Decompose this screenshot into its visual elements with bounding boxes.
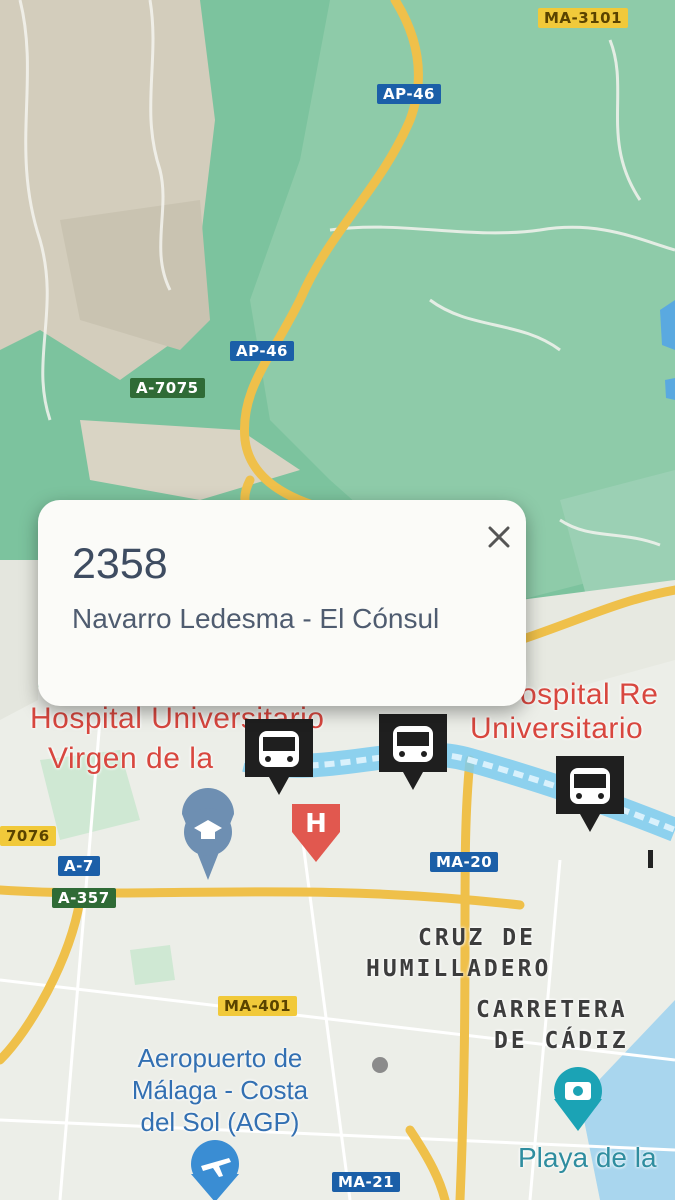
svg-text:H: H	[305, 809, 327, 839]
road-shield-7076: 7076	[0, 826, 56, 846]
route-end-marker	[648, 850, 653, 868]
label-humilladero: HUMILLADERO	[366, 956, 552, 982]
bus-stop-marker[interactable]	[375, 710, 451, 800]
bus-stop-marker[interactable]	[241, 715, 317, 805]
label-cruz-de: CRUZ DE	[418, 925, 536, 951]
road-shield-a357: A-357	[52, 888, 116, 908]
label-playa: Playa de la	[518, 1142, 657, 1173]
label-airport-line1: Aeropuerto de	[137, 1043, 303, 1073]
stop-name: Navarro Ledesma - El Cónsul	[72, 603, 440, 634]
road-shield-ma20: MA-20	[430, 852, 499, 872]
poi-dot	[372, 1057, 388, 1073]
label-carretera: CARRETERA	[476, 997, 628, 1023]
park-small	[130, 945, 175, 985]
label-universitario-right: Universitario	[470, 712, 644, 745]
road-shield-ap46-north: AP-46	[377, 84, 441, 104]
stop-info-popup: 2358 Navarro Ledesma - El Cónsul	[38, 500, 526, 706]
road-shield-ma21: MA-21	[332, 1172, 401, 1192]
road-shield-a7075: A-7075	[130, 378, 205, 398]
road-shield-ma3101: MA-3101	[538, 8, 629, 28]
close-icon[interactable]	[484, 522, 514, 552]
label-de-cadiz: DE CÁDIZ	[494, 1028, 629, 1054]
lake-east-small	[665, 378, 675, 400]
label-airport-line2: Málaga - Costa	[131, 1075, 309, 1105]
label-hospital-regional: ospital Re	[520, 678, 659, 711]
label-airport-line3: del Sol (AGP)	[140, 1107, 300, 1137]
label-virgen-de-la: Virgen de la	[48, 742, 214, 775]
road-shield-a7: A-7	[58, 856, 100, 876]
road-shield-ap46-south: AP-46	[230, 341, 294, 361]
label-airport: Aeropuerto de Málaga - Costa del Sol (AG…	[100, 1042, 340, 1138]
urban-edge-west	[0, 560, 38, 720]
bus-stop-marker[interactable]	[552, 752, 628, 842]
stop-number: 2358	[72, 540, 168, 588]
road-shield-ma401: MA-401	[218, 996, 298, 1016]
